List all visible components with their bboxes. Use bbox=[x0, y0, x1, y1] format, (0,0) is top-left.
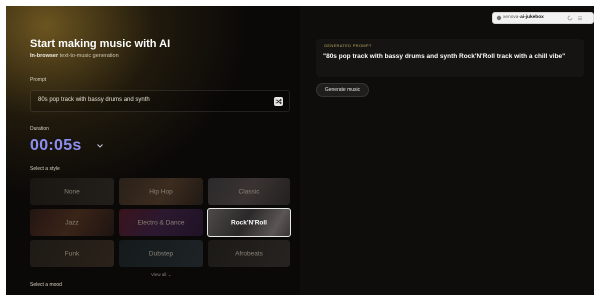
style-option-jazz[interactable]: Jazz bbox=[30, 209, 114, 236]
style-option-funk[interactable]: Funk bbox=[30, 240, 114, 267]
style-option-label: Classic bbox=[238, 188, 260, 195]
app-window: Start making music with AI In-browser te… bbox=[6, 6, 594, 295]
style-option-rock-n-roll[interactable]: Rock'N'Roll bbox=[207, 208, 291, 237]
generate-music-button[interactable]: Generate music bbox=[316, 83, 369, 97]
style-option-label: None bbox=[64, 188, 80, 195]
style-option-hip-hop[interactable]: Hip Hop bbox=[119, 178, 203, 205]
view-all-link[interactable]: View all ⌄ bbox=[151, 272, 171, 278]
shuffle-icon[interactable] bbox=[274, 97, 283, 106]
duration-value[interactable]: 00:05s bbox=[30, 137, 82, 155]
style-option-label: Hip Hop bbox=[149, 188, 173, 195]
url-domain: ai-jukebox bbox=[520, 15, 544, 20]
style-option-label: Afrobeats bbox=[235, 250, 263, 257]
left-panel: Start making music with AI In-browser te… bbox=[6, 6, 300, 295]
style-option-none[interactable]: None bbox=[30, 178, 114, 205]
subtitle-rest: text-to-music generation bbox=[58, 53, 119, 59]
prompt-input-value[interactable]: 80s pop track with bassy drums and synth bbox=[38, 97, 150, 103]
style-option-label: Funk bbox=[64, 250, 80, 257]
generated-prompt-text: "80s pop track with bassy drums and synt… bbox=[323, 53, 566, 60]
right-panel: GENERATED PROMPT "80s pop track with bas… bbox=[300, 6, 594, 295]
mood-label: Select a mood bbox=[30, 282, 62, 288]
generate-music-label: Generate music bbox=[324, 87, 361, 93]
address-bar[interactable]: xenova-ai-jukebox bbox=[492, 12, 594, 24]
address-url[interactable]: xenova-ai-jukebox bbox=[503, 15, 544, 20]
style-option-label: Rock'N'Roll bbox=[231, 219, 267, 226]
style-option-label: Jazz bbox=[65, 219, 79, 226]
menu-icon[interactable] bbox=[577, 15, 583, 21]
prompt-input[interactable]: 80s pop track with bassy drums and synth bbox=[30, 90, 290, 112]
generated-prompt-label: GENERATED PROMPT bbox=[324, 43, 372, 48]
style-label: Select a style bbox=[30, 166, 60, 172]
style-option-label: Electro & Dance bbox=[137, 219, 185, 226]
style-option-afrobeats[interactable]: Afrobeats bbox=[208, 240, 290, 267]
style-option-dubstep[interactable]: Dubstep bbox=[119, 240, 203, 267]
style-option-electro-dance[interactable]: Electro & Dance bbox=[119, 209, 203, 236]
chevron-down-icon[interactable] bbox=[96, 143, 104, 149]
view-all-label: View all bbox=[151, 272, 167, 277]
page-title: Start making music with AI bbox=[30, 38, 171, 50]
site-icon bbox=[496, 15, 502, 21]
prompt-label: Prompt bbox=[30, 77, 47, 83]
subtitle-bold: In-browser bbox=[30, 53, 59, 59]
url-prefix: xenova- bbox=[503, 15, 521, 20]
duration-label: Duration bbox=[30, 126, 49, 132]
chevron-down-icon: ⌄ bbox=[167, 272, 172, 277]
refresh-icon[interactable] bbox=[567, 15, 573, 21]
page-subtitle: In-browser text-to-music generation bbox=[30, 53, 119, 59]
style-option-label: Dubstep bbox=[148, 250, 174, 257]
style-option-classic[interactable]: Classic bbox=[208, 178, 290, 205]
